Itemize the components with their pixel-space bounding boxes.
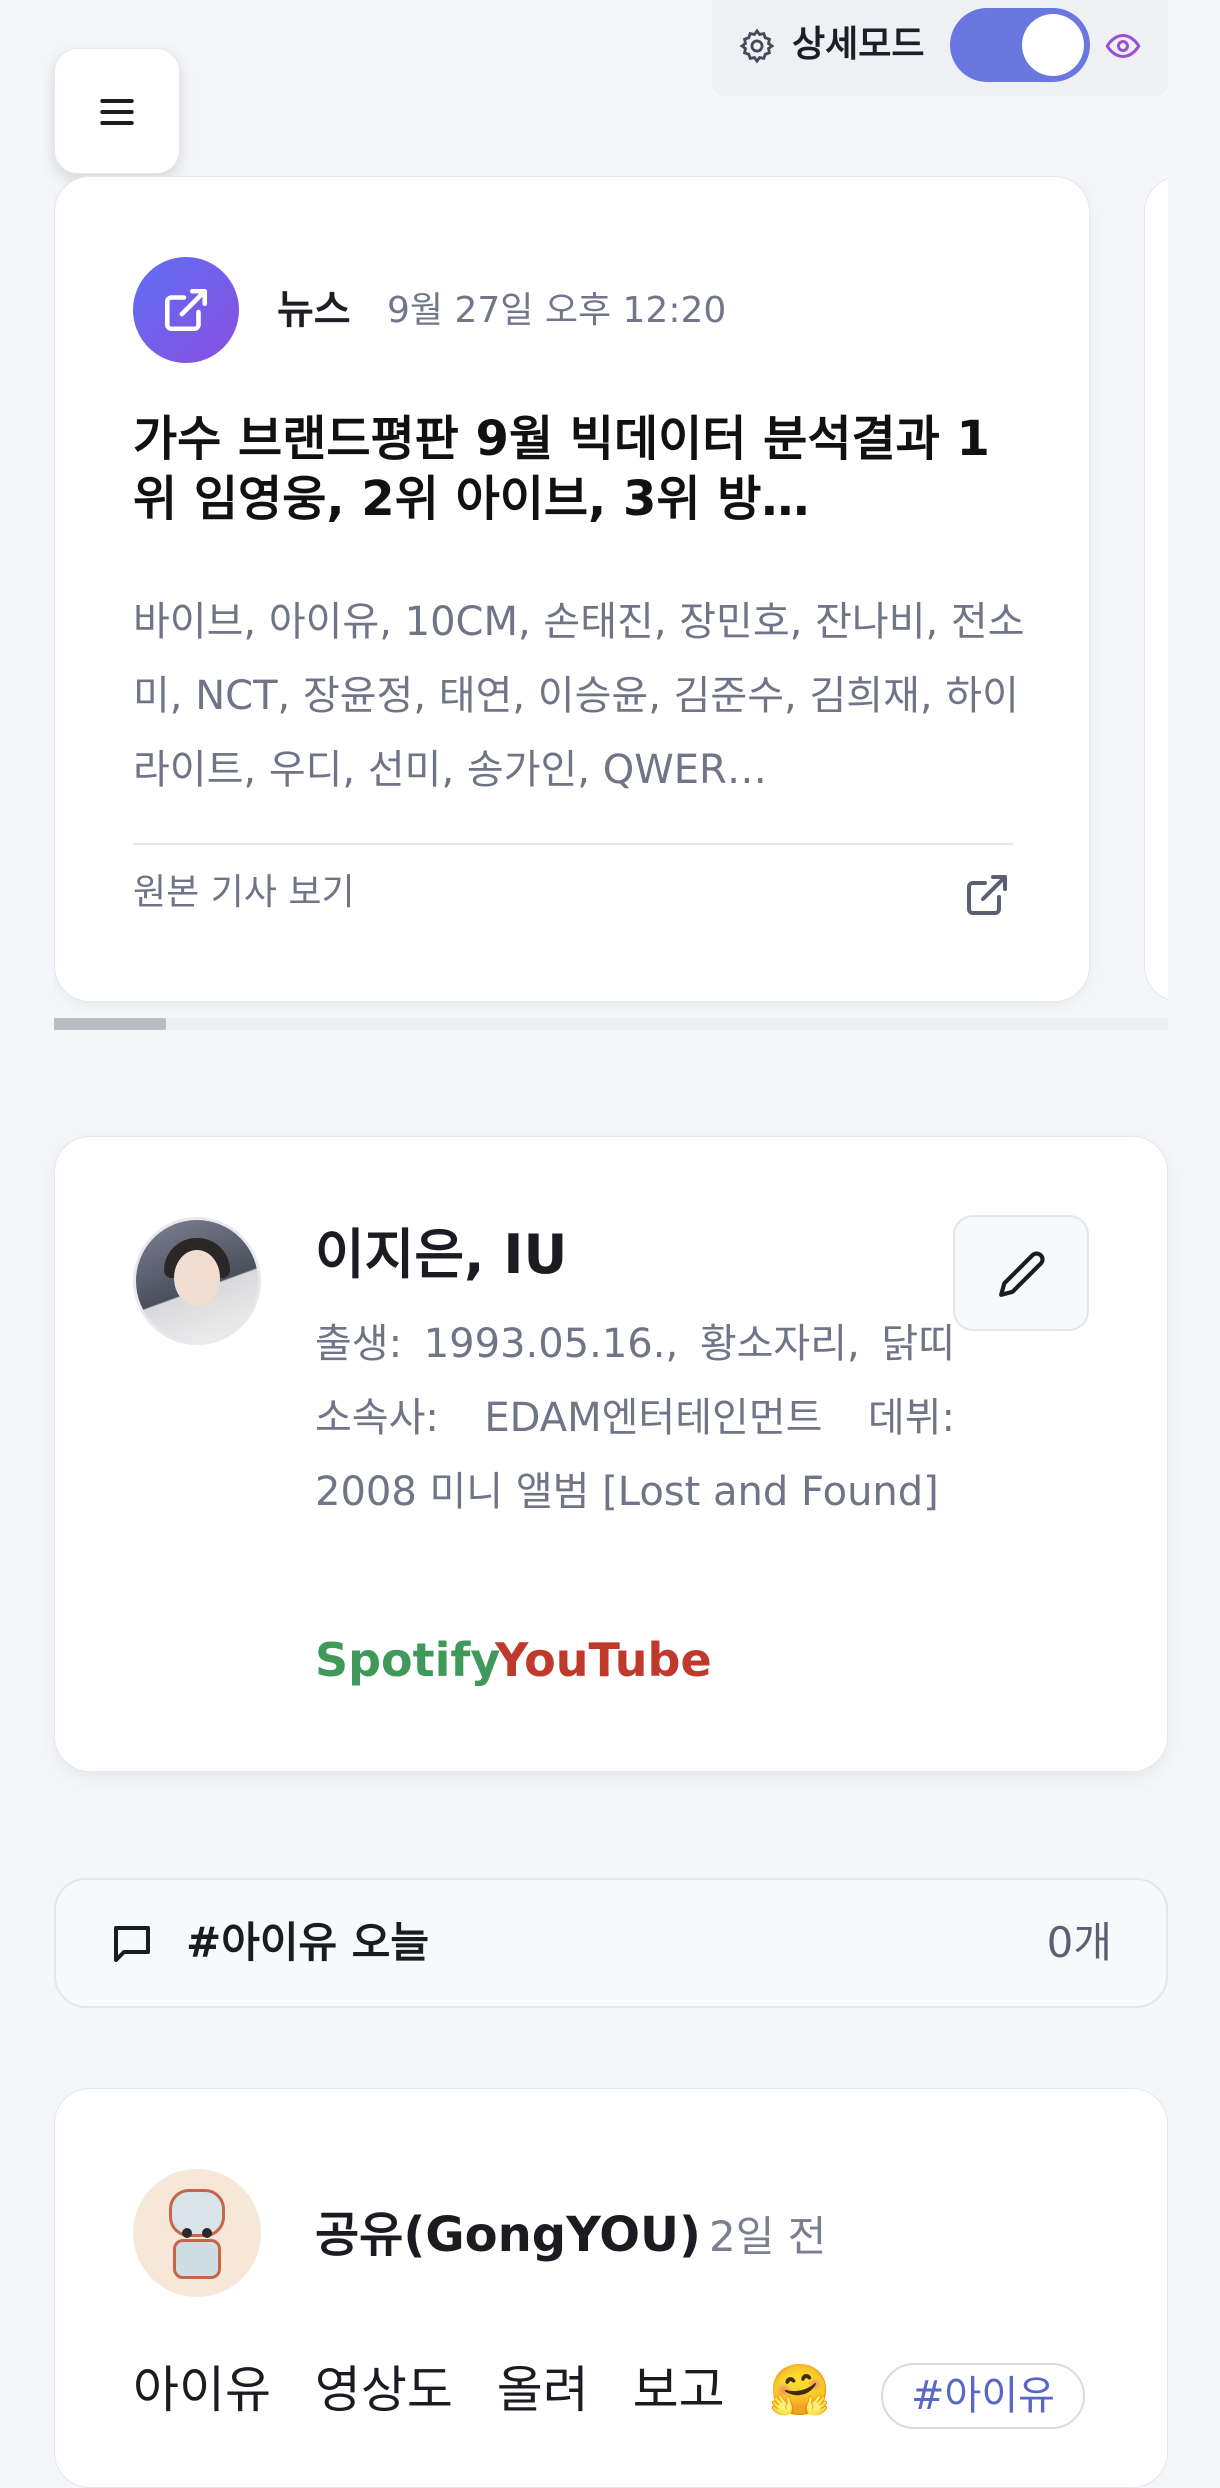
gear-icon [739,28,775,64]
hamburger-icon [100,98,134,126]
original-article-link[interactable]: 원본 기사 보기 [133,867,355,919]
avatar-face [174,1250,220,1306]
youtube-link[interactable]: YouTube [495,1629,712,1691]
spotify-link[interactable]: Spotify [315,1629,500,1691]
post-hashtag[interactable]: #아이유 [881,2363,1085,2429]
robot-head [169,2189,225,2238]
robot-eye [182,2228,192,2238]
mode-label: 상세모드 [792,24,925,65]
news-carousel[interactable]: 뉴스 9월 27일 오후 12:20 가수 브랜드평판 9월 빅데이터 분석결과… [54,176,1168,1030]
artist-description: 출생: 1993.05.16., 황소자리, 닭띠 소속사: EDAM엔터테인먼… [315,1321,955,1515]
news-time: 9월 27일 오후 12:20 [387,290,727,331]
news-source-icon [133,257,239,363]
menu-button[interactable] [54,48,180,174]
news-card[interactable]: 뉴스 9월 27일 오후 12:20 가수 브랜드평판 9월 빅데이터 분석결과… [54,176,1090,1002]
external-link-icon [164,288,208,332]
post-card: 공유(GongYOU) 2일 전 아이유 영상도 올려 보고 🤗 #아이유 [54,2088,1168,2488]
post-author[interactable]: 공유(GongYOU) [315,2203,701,2267]
tag-bar-count: 0개 [1046,1918,1112,1967]
carousel-scrollbar[interactable] [54,1018,1168,1030]
avatar [133,2169,261,2297]
news-summary: 바이브, 아이유, 10CM, 손태진, 장민호, 잔나비, 전소미, NCT,… [133,599,1025,793]
news-title[interactable]: 가수 브랜드평판 9월 빅데이터 분석결과 1위 임영웅, 2위 아이브, 3위… [133,409,1033,529]
post-time: 2일 전 [709,2212,827,2261]
divider [133,843,1013,845]
toggle-knob [1022,14,1084,76]
external-link-icon[interactable] [963,871,1011,919]
artist-name: 이지은, IU [315,1223,568,1286]
avatar [133,1217,261,1345]
tag-bar-label: #아이유 오늘 [186,1918,430,1967]
next-news-card[interactable] [1144,176,1168,1002]
edit-button[interactable] [953,1215,1089,1331]
eye-icon[interactable] [1104,28,1142,64]
robot-eye [202,2228,212,2238]
robot-body [173,2239,221,2279]
pencil-icon [999,1251,1045,1297]
detail-mode-toggle[interactable] [950,8,1090,82]
news-source: 뉴스 [277,287,351,333]
post-text: 아이유 영상도 올려 보고 🤗 [133,2361,831,2419]
comment-icon [114,1926,150,1962]
artist-profile-card: 이지은, IU 출생: 1993.05.16., 황소자리, 닭띠 소속사: E… [54,1136,1168,1772]
carousel-scroll-thumb[interactable] [54,1018,166,1030]
mode-toggle-bar [712,0,1168,96]
today-tag-bar[interactable]: #아이유 오늘 0개 [54,1878,1168,2008]
